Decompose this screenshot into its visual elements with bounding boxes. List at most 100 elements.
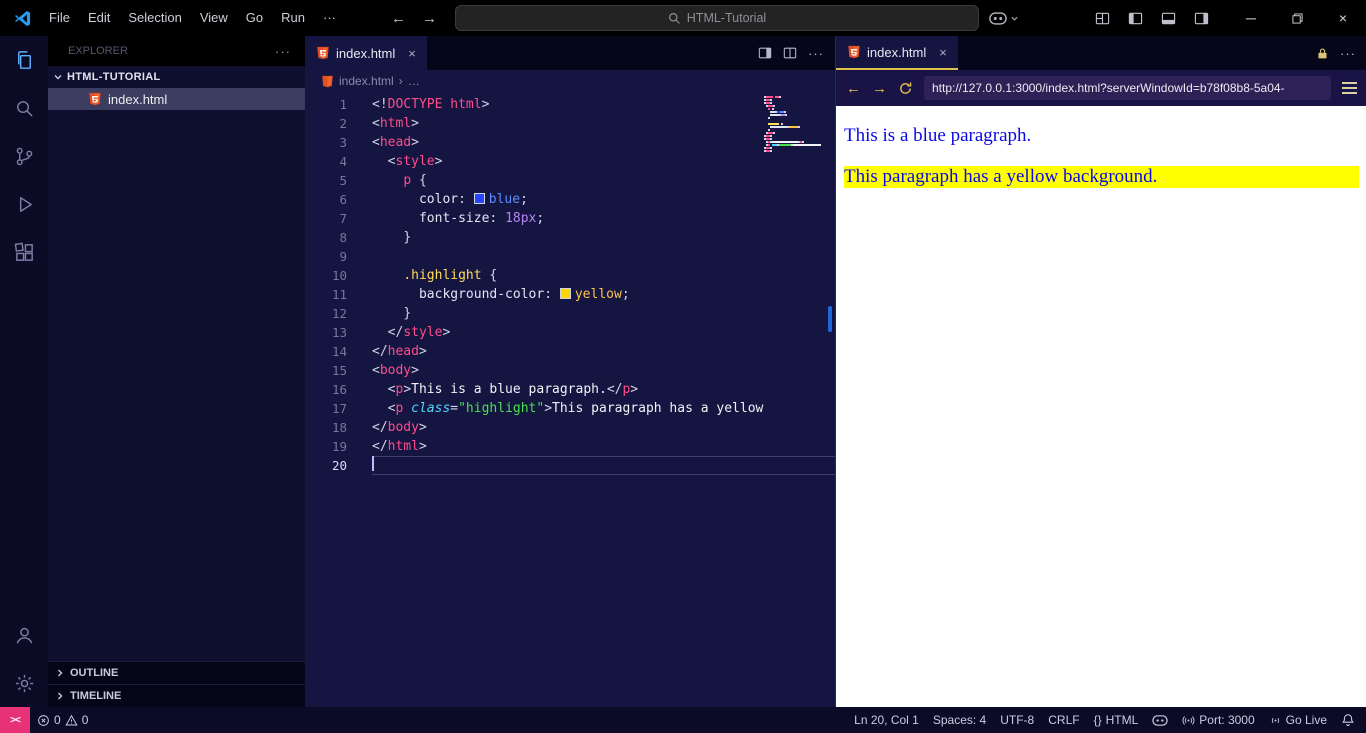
activity-bar xyxy=(0,36,48,707)
editor-group: index.html × ··· index.html › … 1 <!DOCT… xyxy=(305,36,835,707)
broadcast-icon xyxy=(1182,714,1195,727)
tab-preview-index-html[interactable]: index.html × xyxy=(836,36,958,70)
settings-gear-icon[interactable] xyxy=(0,659,48,707)
code-line-16[interactable]: 16 <p>This is a blue paragraph.</p> xyxy=(305,380,835,399)
customize-layout-icon[interactable] xyxy=(1089,5,1115,31)
remote-indicator[interactable]: >< xyxy=(0,707,30,733)
copilot-menu-button[interactable] xyxy=(989,11,1019,25)
color-swatch xyxy=(559,288,571,299)
menu-go[interactable]: Go xyxy=(237,0,272,36)
code-line-2[interactable]: 2 <html> xyxy=(305,114,835,133)
chevron-right-icon: › xyxy=(398,74,403,88)
status-bar: >< 0 0 Ln 20, Col 1 Spaces: 4 UTF-8 CRLF… xyxy=(0,707,1366,733)
code-line-6[interactable]: 6 color: blue; xyxy=(305,190,835,209)
editor-tab-bar: index.html × ··· xyxy=(305,36,835,70)
chevron-right-icon xyxy=(55,668,65,678)
history-back-icon[interactable]: ← xyxy=(391,10,406,27)
indentation-status[interactable]: Spaces: 4 xyxy=(926,713,993,727)
tab-index-html[interactable]: index.html × xyxy=(305,36,427,70)
breadcrumb[interactable]: index.html › … xyxy=(305,70,835,92)
notifications-bell-icon[interactable] xyxy=(1334,713,1362,727)
source-control-activity-icon[interactable] xyxy=(0,132,48,180)
browser-reload-icon[interactable] xyxy=(898,81,913,96)
extensions-activity-icon[interactable] xyxy=(0,228,48,276)
lock-icon[interactable] xyxy=(1316,47,1329,60)
browser-url-input[interactable]: http://127.0.0.1:3000/index.html?serverW… xyxy=(924,76,1331,100)
language-mode-status[interactable]: {} HTML xyxy=(1087,713,1146,727)
toggle-primary-sidebar-icon[interactable] xyxy=(1122,5,1148,31)
menu-run[interactable]: Run xyxy=(272,0,314,36)
code-line-3[interactable]: 3 <head> xyxy=(305,133,835,152)
go-live-button[interactable]: Go Live xyxy=(1262,713,1334,727)
error-icon xyxy=(37,714,50,727)
port-status[interactable]: Port: 3000 xyxy=(1175,713,1261,727)
explorer-activity-icon[interactable] xyxy=(0,36,48,84)
code-line-15[interactable]: 15 <body> xyxy=(305,361,835,380)
vscode-logo-icon xyxy=(13,9,32,28)
folder-header-html-tutorial[interactable]: HTML-TUTORIAL xyxy=(48,66,305,88)
cursor-position-status[interactable]: Ln 20, Col 1 xyxy=(847,713,926,727)
code-line-5[interactable]: 5 p { xyxy=(305,171,835,190)
history-forward-icon[interactable]: → xyxy=(422,10,437,27)
browser-back-icon[interactable]: ← xyxy=(846,80,861,97)
search-activity-icon[interactable] xyxy=(0,84,48,132)
chevron-down-icon xyxy=(1010,14,1019,23)
more-actions-icon[interactable]: ··· xyxy=(1340,46,1356,61)
window-restore-button[interactable] xyxy=(1274,0,1320,36)
html-file-icon xyxy=(316,46,330,60)
code-line-11[interactable]: 11 background-color: yellow; xyxy=(305,285,835,304)
browser-menu-icon[interactable] xyxy=(1342,82,1357,94)
toggle-panel-icon[interactable] xyxy=(1155,5,1181,31)
eol-status[interactable]: CRLF xyxy=(1041,713,1086,727)
code-line-12[interactable]: 12 } xyxy=(305,304,835,323)
menu-view[interactable]: View xyxy=(191,0,237,36)
outline-section-header[interactable]: OUTLINE xyxy=(48,661,305,684)
window-close-button[interactable]: × xyxy=(1320,0,1366,36)
tab-close-icon[interactable]: × xyxy=(408,46,416,61)
run-debug-activity-icon[interactable] xyxy=(0,180,48,228)
menu-file[interactable]: File xyxy=(40,0,79,36)
explorer-title: EXPLORER xyxy=(68,45,128,57)
browser-forward-icon[interactable]: → xyxy=(872,80,887,97)
search-icon xyxy=(668,12,681,25)
editor-layout-icon[interactable] xyxy=(758,46,772,60)
menu-selection[interactable]: Selection xyxy=(119,0,190,36)
file-item-index-html[interactable]: index.html xyxy=(48,88,305,110)
code-line-13[interactable]: 13 </style> xyxy=(305,323,835,342)
tab-close-icon[interactable]: × xyxy=(939,45,947,60)
code-line-10[interactable]: 10 .highlight { xyxy=(305,266,835,285)
window-minimize-button[interactable]: ─ xyxy=(1228,0,1274,36)
encoding-status[interactable]: UTF-8 xyxy=(993,713,1041,727)
editor-scrollbar-thumb[interactable] xyxy=(828,306,832,332)
code-line-8[interactable]: 8 } xyxy=(305,228,835,247)
code-line-19[interactable]: 19 </html> xyxy=(305,437,835,456)
command-center-search[interactable]: HTML-Tutorial xyxy=(455,5,979,31)
browser-page: This is a blue paragraph. This paragraph… xyxy=(836,106,1366,707)
split-editor-icon[interactable] xyxy=(783,46,797,60)
code-line-20[interactable]: 20 xyxy=(305,456,835,475)
minimap[interactable] xyxy=(764,96,822,156)
chevron-down-icon xyxy=(53,72,63,82)
toggle-secondary-sidebar-icon[interactable] xyxy=(1188,5,1214,31)
code-editor[interactable]: 1 <!DOCTYPE html> 2 <html> 3 <head> 4 <style> 5… xyxy=(305,92,835,707)
code-line-18[interactable]: 18 </body> xyxy=(305,418,835,437)
browser-toolbar: ← → http://127.0.0.1:3000/index.html?ser… xyxy=(836,70,1366,106)
code-line-1[interactable]: 1 <!DOCTYPE html> xyxy=(305,95,835,114)
code-line-9[interactable]: 9 xyxy=(305,247,835,266)
more-actions-icon[interactable]: ··· xyxy=(808,46,824,61)
code-line-17[interactable]: 17 <p class="highlight">This paragraph h… xyxy=(305,399,835,418)
copilot-status-icon[interactable] xyxy=(1145,714,1175,726)
copilot-icon xyxy=(989,11,1007,25)
account-icon[interactable] xyxy=(0,611,48,659)
menu-edit[interactable]: Edit xyxy=(79,0,119,36)
menu-more-icon[interactable]: ··· xyxy=(314,0,345,36)
code-line-4[interactable]: 4 <style> xyxy=(305,152,835,171)
problems-status[interactable]: 0 0 xyxy=(30,713,95,727)
color-swatch xyxy=(473,193,485,204)
timeline-section-header[interactable]: TIMELINE xyxy=(48,684,305,707)
explorer-more-actions-icon[interactable]: ··· xyxy=(275,44,291,59)
vscode-window: File Edit Selection View Go Run ··· ← → … xyxy=(0,0,1366,733)
code-line-14[interactable]: 14 </head> xyxy=(305,342,835,361)
code-line-7[interactable]: 7 font-size: 18px; xyxy=(305,209,835,228)
braces-icon: {} xyxy=(1093,713,1102,727)
